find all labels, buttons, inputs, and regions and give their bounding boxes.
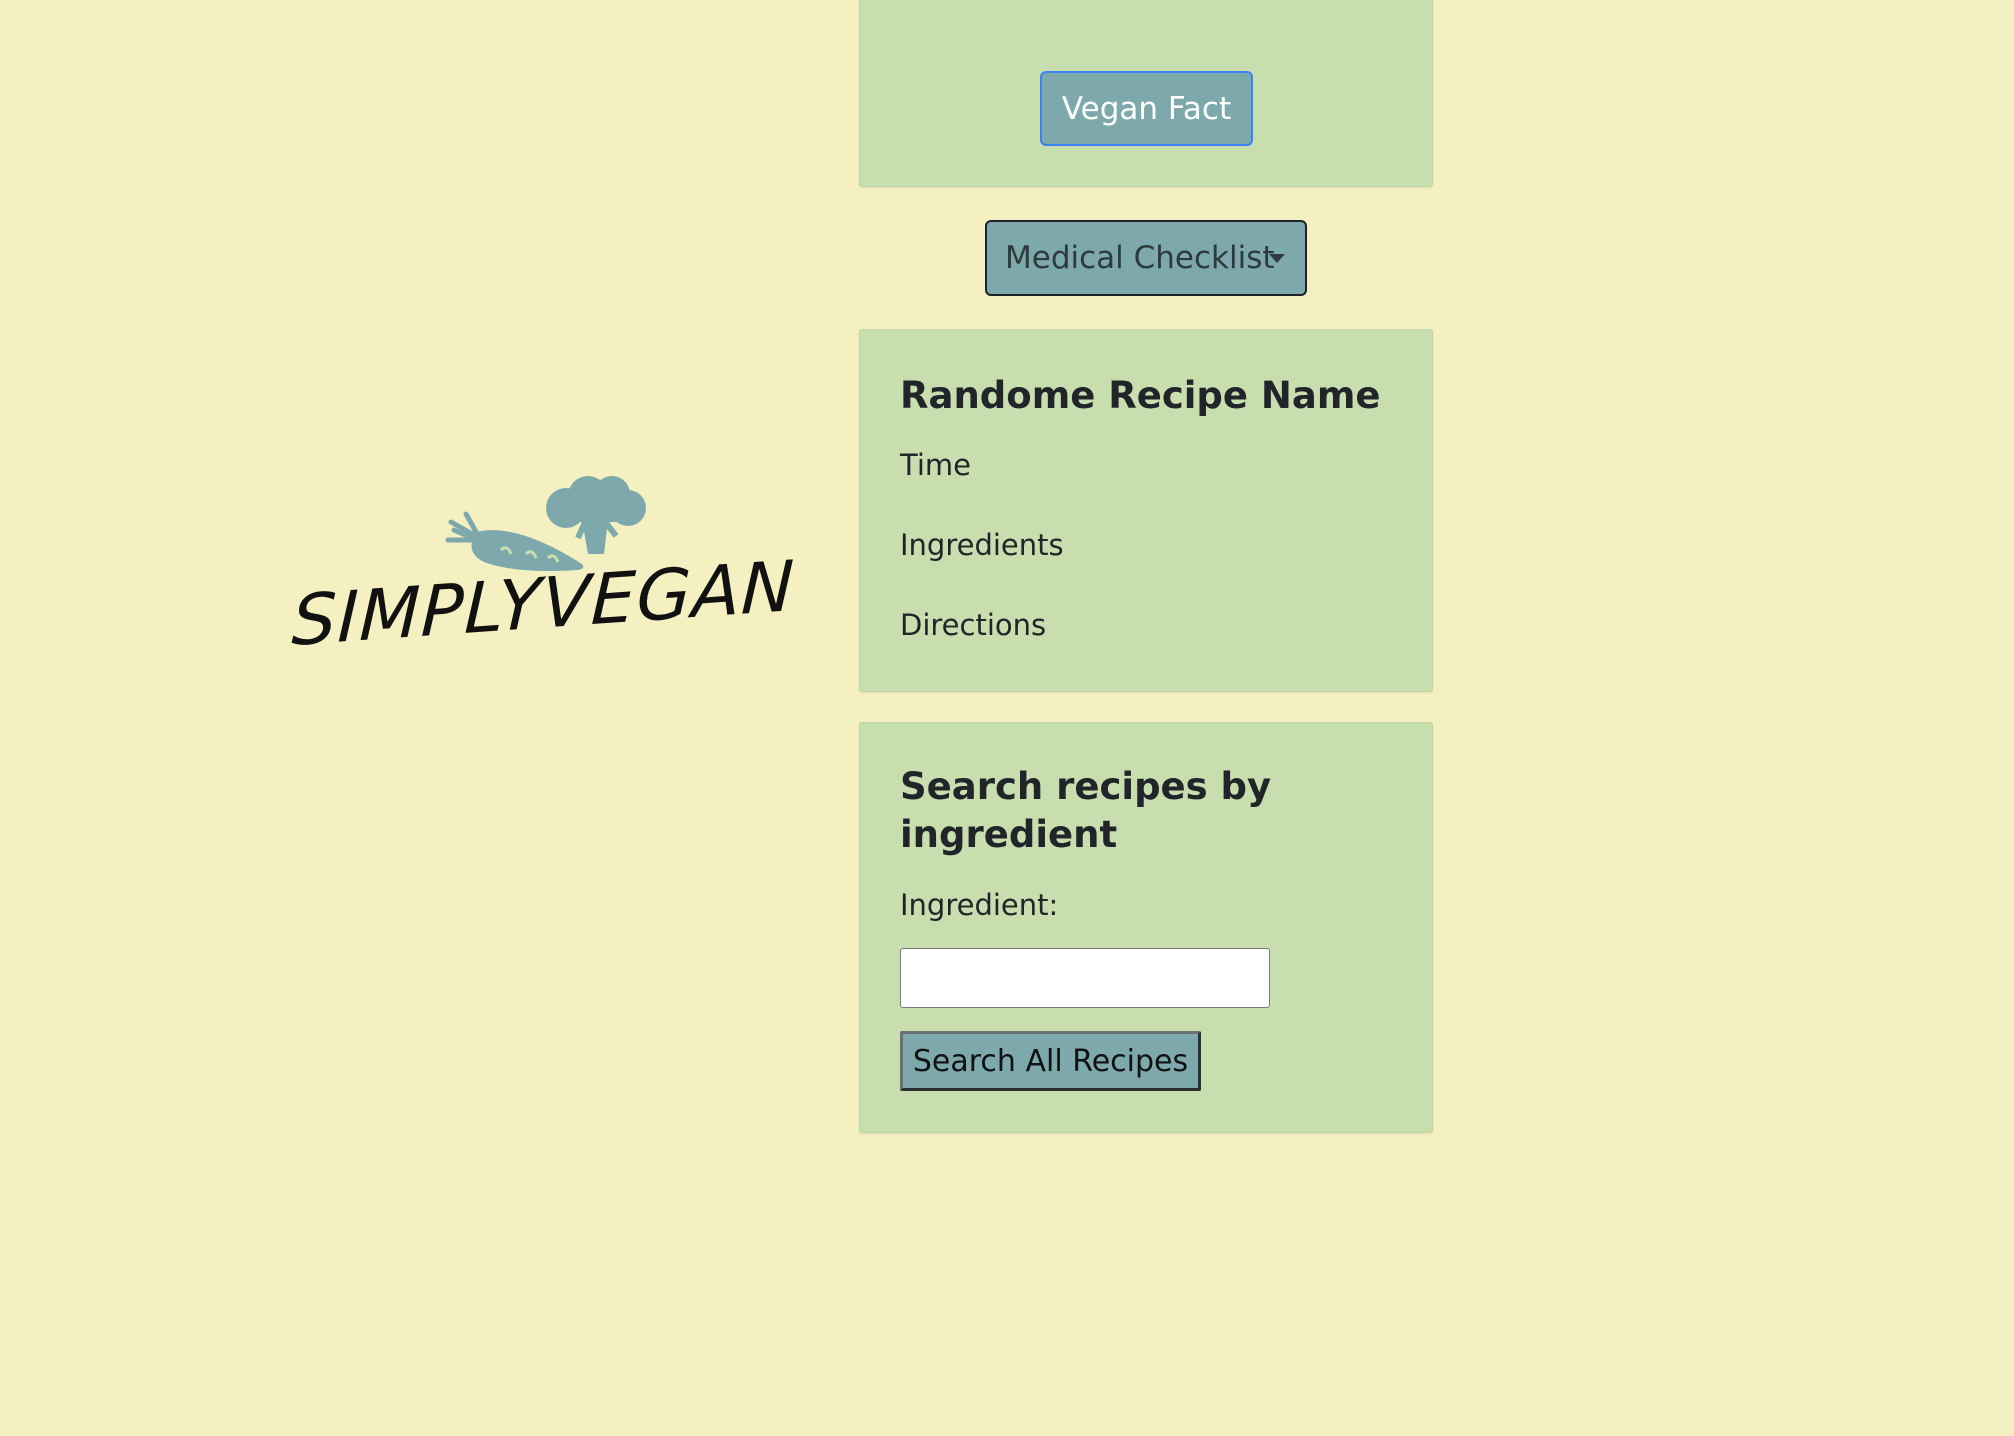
- search-title: Search recipes by ingredient: [900, 765, 1272, 856]
- recipe-time: Time: [900, 448, 971, 482]
- recipe-ingredients: Ingredients: [900, 528, 1064, 562]
- random-recipe-card: Randome Recipe Name Time Ingredients Dir…: [859, 329, 1433, 692]
- recipe-directions: Directions: [900, 608, 1047, 642]
- ingredient-input[interactable]: [900, 948, 1270, 1008]
- medical-checklist-dropdown[interactable]: Medical Checklist: [985, 220, 1307, 296]
- search-card: Search recipes by ingredient Ingredient:…: [859, 722, 1433, 1133]
- medical-checklist-label: Medical Checklist: [1005, 240, 1275, 276]
- vegan-fact-card: Vegan Fact: [859, 0, 1433, 187]
- search-all-recipes-button[interactable]: Search All Recipes: [900, 1031, 1201, 1091]
- site-logo: SIMPLYVEGAN: [286, 470, 806, 690]
- vegan-fact-button[interactable]: Vegan Fact: [1040, 71, 1253, 146]
- recipe-title: Randome Recipe Name: [900, 374, 1381, 417]
- caret-down-icon: [1269, 254, 1285, 263]
- broccoli-icon: [546, 476, 646, 554]
- ingredient-label: Ingredient:: [900, 888, 1059, 922]
